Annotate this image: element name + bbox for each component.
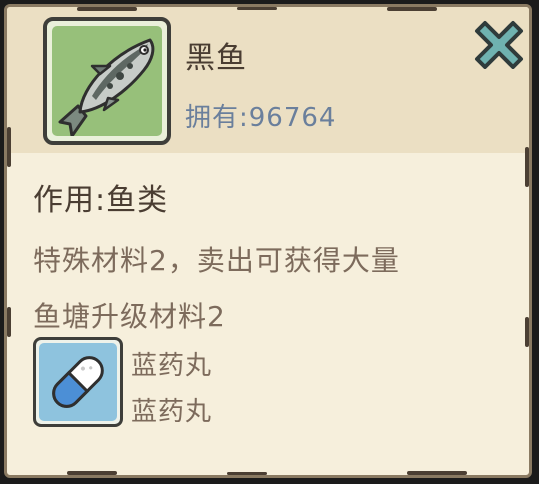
reward-subtext: 蓝药丸 [131, 397, 213, 427]
item-name: 黑鱼 [185, 41, 247, 76]
owned-value: 96764 [248, 103, 337, 133]
border-scuff [525, 317, 529, 347]
owned-count: 拥有:96764 [185, 97, 336, 134]
item-description: 特殊材料2，卖出可获得大量 鱼塘升级材料2 [33, 233, 513, 345]
description-line: 特殊材料2，卖出可获得大量 [33, 244, 400, 277]
close-icon [475, 21, 523, 69]
item-effect: 作用:鱼类 [33, 183, 169, 218]
reward-name: 蓝药丸 [131, 351, 213, 381]
border-scuff [227, 472, 267, 475]
border-scuff [7, 307, 11, 337]
border-scuff [7, 127, 11, 167]
reward-icon-frame[interactable] [33, 337, 123, 427]
black-fish-icon [52, 26, 162, 136]
border-scuff [387, 7, 437, 11]
border-scuff [67, 471, 117, 475]
border-scuff [407, 471, 467, 475]
border-scuff [525, 147, 529, 187]
border-scuff [237, 7, 277, 10]
item-icon-frame [43, 17, 171, 145]
blue-pill-icon [39, 343, 117, 421]
close-button[interactable] [473, 17, 525, 69]
owned-label: 拥有: [185, 103, 249, 133]
item-detail-panel: 黑鱼 拥有:96764 作用:鱼类 特殊材料2，卖出可获得大量 鱼塘升级材料2 … [4, 4, 532, 478]
border-scuff [77, 7, 137, 11]
